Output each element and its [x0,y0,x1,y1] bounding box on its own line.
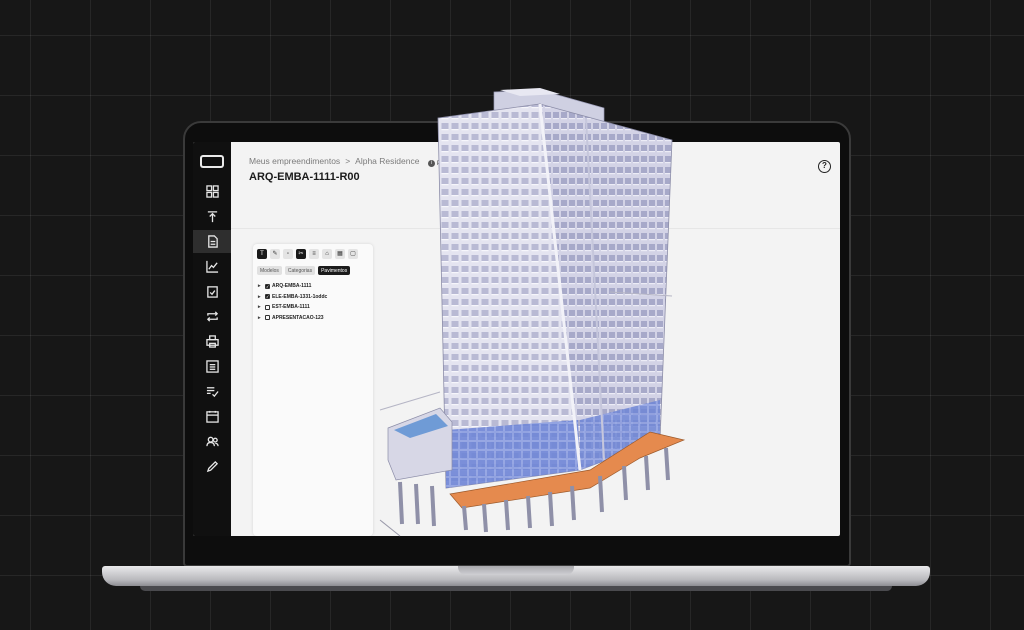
frame-tool-icon[interactable]: ▢ [348,249,358,259]
laptop-notch [458,566,574,575]
tab-pavimentos[interactable]: Pavimentos [318,266,351,275]
nav-chart-icon[interactable] [193,255,231,278]
box-tool-icon[interactable]: ▫ [283,249,293,259]
model-panel: T ✎ ▫ ✂ ≡ ⌂ ▦ ▢ Modelos Categorias Pavim… [253,244,373,536]
expand-icon[interactable]: ▸ [258,294,265,300]
tree-item-label: EST-EMBA-1111 [272,304,310,311]
breadcrumb-badge-label: PL [436,160,445,167]
expand-icon[interactable]: ▸ [258,315,265,321]
laptop-foot [140,586,892,591]
tree-item[interactable]: ▸ ✓ ELE-EMBA-1331-1oddc [258,292,327,303]
tree-item[interactable]: ▸ ✓ ARQ-EMBA-1111 [258,281,327,292]
logo-icon [199,153,225,169]
app-screen: Meus empreendimentos > Alpha Residence i PL… [193,142,840,536]
tree-item-label: ELE-EMBA-1331-1oddc [272,293,328,300]
model-checkbox[interactable]: ✓ [265,283,270,289]
breadcrumb-root[interactable]: Meus empreendimentos [249,156,340,166]
expand-icon[interactable]: ▸ [258,283,265,289]
model-checkbox[interactable] [265,304,270,310]
breadcrumb-badge: i PL [427,160,445,167]
nav-calendar-icon[interactable] [193,405,231,428]
pen-tool-icon[interactable]: ✎ [270,249,280,259]
layers-tool-icon[interactable]: ≡ [309,249,319,259]
tree-item[interactable]: ▸ EST-EMBA-1111 [258,302,327,313]
page-title: ARQ-EMBA-1111-R00 [249,171,360,183]
nav-document-icon[interactable] [193,230,231,253]
nav-printer-icon[interactable] [193,330,231,353]
grid-tool-icon[interactable]: ▦ [335,249,345,259]
tab-modelos[interactable]: Modelos [257,266,282,275]
main-area: Meus empreendimentos > Alpha Residence i PL… [231,142,840,536]
breadcrumb-current[interactable]: Alpha Residence [355,156,419,166]
info-icon: i [427,160,435,167]
help-icon[interactable]: ? [818,160,831,173]
nav-clipboard-check-icon[interactable] [193,280,231,303]
header-divider [231,228,840,229]
nav-sync-icon[interactable] [193,305,231,328]
model-checkbox[interactable] [265,315,270,321]
tab-categorias[interactable]: Categorias [284,266,316,275]
panel-toolbar: T ✎ ▫ ✂ ≡ ⌂ ▦ ▢ [257,249,358,259]
expand-icon[interactable]: ▸ [258,304,265,310]
home-tool-icon[interactable]: ⌂ [322,249,332,259]
nav-dashboard-icon[interactable] [193,180,231,203]
tree-item-label: APRESENTACAO-123 [272,314,324,321]
nav-checklist-icon[interactable] [193,380,231,403]
breadcrumb-separator: > [345,156,351,166]
cut-tool-icon[interactable]: ✂ [296,249,306,259]
text-tool-icon[interactable]: T [257,249,267,259]
breadcrumb: Meus empreendimentos > Alpha Residence i PL [249,156,444,167]
nav-list-icon[interactable] [193,355,231,378]
nav-users-icon[interactable] [193,430,231,453]
model-checkbox[interactable]: ✓ [265,294,270,300]
nav-pencil-icon[interactable] [193,455,231,478]
sidebar [193,142,231,536]
model-tree: ▸ ✓ ARQ-EMBA-1111 ▸ ✓ ELE-EMBA-1331-1oddc ▸ E… [258,281,327,323]
tree-item[interactable]: ▸ APRESENTACAO-123 [258,313,327,324]
panel-tabs: Modelos Categorias Pavimentos [257,266,351,275]
tree-item-label: ARQ-EMBA-1111 [272,283,312,290]
nav-upload-icon[interactable] [193,205,231,228]
